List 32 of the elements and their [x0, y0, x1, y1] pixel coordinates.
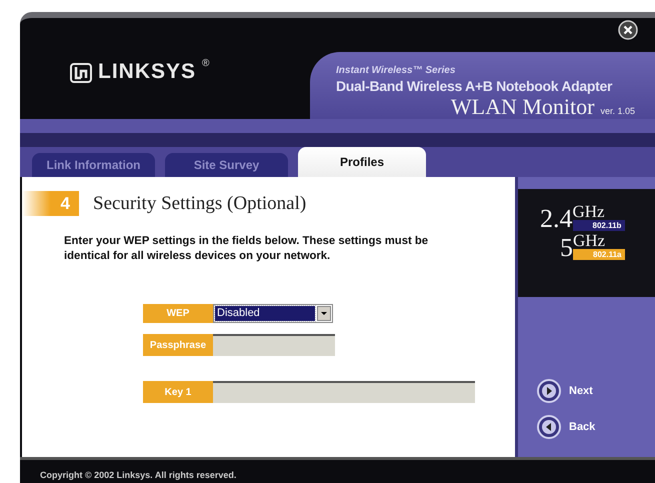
frequency-text: 2.4: [540, 207, 572, 231]
logo-icon: [70, 63, 92, 83]
standard-label: 802.11a: [573, 249, 626, 260]
step-number: 4: [22, 191, 79, 216]
instructions-text: Enter your WEP settings in the fields below. These settings must be identical for all wireless devices on your network.: [64, 234, 430, 264]
tab[interactable]: Profiles: [298, 147, 426, 177]
back-icon: [537, 415, 561, 439]
caret-icon: [317, 306, 331, 321]
step-title: Security Settings (Optional): [93, 192, 306, 214]
next-button[interactable]: Next: [537, 379, 655, 403]
brand-name: LINKSYS: [98, 60, 196, 84]
unit-text: GHz: [572, 204, 606, 220]
input-field[interactable]: [213, 334, 335, 356]
product-name: Dual-Band Wireless A+B Notebook Adapter: [336, 78, 614, 94]
copyright-text: Copyright © 2002 Linksys. All rights reserved.: [40, 470, 236, 480]
back-button[interactable]: Back: [537, 415, 655, 439]
field-label: Key 1: [143, 381, 213, 403]
app-name: WLAN Monitor: [450, 94, 594, 120]
standard-label: 802.11b: [572, 220, 626, 231]
field-label: Passphrase: [143, 334, 213, 356]
field-label: WEP: [143, 304, 213, 323]
input-field[interactable]: [213, 381, 475, 403]
close-icon[interactable]: [618, 20, 638, 40]
play-icon: [537, 379, 561, 403]
tab[interactable]: Site Survey: [165, 153, 288, 177]
frequency-text: 5: [560, 236, 573, 260]
version-text: ver. 1.05: [600, 106, 635, 116]
series-name: Instant Wireless™ Series: [336, 65, 456, 76]
wep-dropdown[interactable]: Disabled: [213, 304, 333, 323]
registered-mark: ®: [202, 58, 210, 69]
tab[interactable]: Link Information: [32, 153, 155, 177]
unit-text: GHz: [573, 233, 606, 249]
